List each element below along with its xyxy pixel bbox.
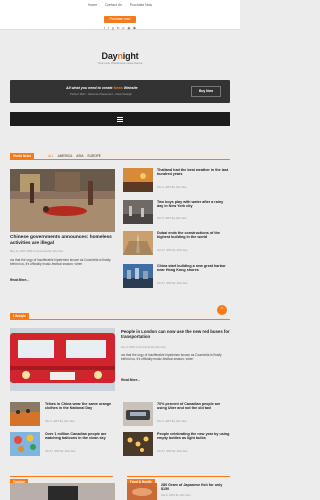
site-header: Daynight Your next Wordpress news theme: [0, 30, 240, 65]
lifestyle-featured-meta: Nov 6, 2015 0 Comments By John Doe: [121, 346, 166, 349]
side-meta-4: Oct 27, 2015 By John Doe: [157, 282, 188, 285]
logo-part1: Day: [101, 51, 118, 61]
side-title-3[interactable]: Dubai ends the constructions of the high…: [157, 231, 230, 240]
nav-purchase[interactable]: Purchase Now: [130, 3, 152, 7]
thumb-thailand[interactable]: [123, 168, 153, 192]
featured-meta: May 12, 2015 1280 0 Comments By John Doe: [10, 250, 64, 253]
tab-america[interactable]: AMERICA: [58, 154, 73, 158]
top-nav: Home Contact Us Purchase Now: [0, 0, 240, 7]
featured-title[interactable]: Chinese governments announces: homeless …: [10, 235, 115, 247]
featured-excerpt: ow that the orgy of insufferable hipster…: [10, 258, 111, 267]
tab-europe[interactable]: EUROPE: [87, 154, 100, 158]
thumb-japanese-fish[interactable]: [127, 483, 157, 500]
logo[interactable]: Daynight: [0, 51, 240, 61]
ad-banner[interactable]: All what you need to create News Website…: [10, 80, 230, 103]
side-meta-2: Nov 6, 2015 By John Doe: [157, 217, 187, 220]
nav-contact[interactable]: Contact Us: [105, 3, 122, 7]
tab-asia[interactable]: ASIA: [76, 154, 83, 158]
grid-meta-2: Nov 6, 2015 By John Doe: [157, 420, 187, 423]
lifestyle-featured-title[interactable]: People in London can now use the new red…: [121, 329, 230, 339]
pinterest-icon[interactable]: p: [122, 26, 124, 30]
grid-meta-1: Nov 6, 2015 By John Doe: [45, 420, 75, 423]
logo-part3: ight: [122, 51, 139, 61]
grid-meta-4: Oct 27, 2015 By John Doe: [157, 450, 188, 453]
lifestyle-read-more[interactable]: Read More...: [121, 378, 140, 382]
youtube-icon[interactable]: ▶: [133, 26, 136, 30]
thumb-uber[interactable]: [123, 402, 153, 426]
world-news-label[interactable]: World News: [10, 153, 35, 160]
banner-title: All what you need to create News Website: [66, 86, 138, 90]
side-title-2[interactable]: Two boys play with water after a rainy d…: [157, 200, 230, 209]
world-news-header: World News ALL AMERICA ASIA EUROPE: [10, 153, 230, 160]
thumb-china-tribes[interactable]: [10, 402, 40, 426]
food-meta: Nov 6, 2015 By John Doe: [161, 494, 191, 497]
thumb-balloons[interactable]: [10, 432, 40, 456]
lifestyle-header: Lifestyle: [10, 313, 230, 320]
buy-now-button[interactable]: Buy Now: [191, 86, 221, 97]
food-title[interactable]: 280 Gram of Japanese fish for only $150: [161, 483, 231, 492]
featured-read-more[interactable]: Read More...: [10, 278, 29, 282]
banner-subtitle: Perfect SEO - Adsense Placement - Clean …: [70, 91, 133, 96]
thumb-dubai-tower[interactable]: [123, 231, 153, 255]
fashion-image[interactable]: [10, 483, 115, 500]
side-title-1[interactable]: Thailand had the best weather in the las…: [157, 168, 230, 177]
side-title-4[interactable]: China start building a new great harbor …: [157, 264, 230, 273]
grid-title-3[interactable]: Over 1 million Canadian people are watch…: [45, 432, 117, 441]
twitter-icon[interactable]: t: [104, 26, 105, 30]
nav-home[interactable]: Home: [88, 3, 97, 7]
lifestyle-label[interactable]: Lifestyle: [10, 313, 29, 320]
purchase-button[interactable]: Purchase now!: [104, 15, 136, 23]
banner-title-post: Website: [122, 85, 138, 90]
banner-title-highlight: News: [113, 85, 123, 90]
grid-title-4[interactable]: People celebrating the new year by using…: [157, 432, 230, 441]
grid-title-1[interactable]: Tribes in China wear the same orange clo…: [45, 402, 117, 411]
thumb-hong-kong-harbor[interactable]: [123, 264, 153, 288]
google-plus-icon[interactable]: g: [112, 26, 114, 30]
featured-image-red-bus[interactable]: [10, 328, 115, 391]
side-meta-3: Oct 27, 2015 By John Doe: [157, 249, 188, 252]
linkedin-icon[interactable]: in: [117, 26, 120, 30]
tab-all[interactable]: ALL: [48, 154, 54, 158]
thumb-new-york-rain[interactable]: [123, 200, 153, 224]
food-header: Food & Health: [127, 470, 230, 486]
top-bar: Home Contact Us Purchase Now Purchase no…: [0, 0, 240, 30]
hamburger-menu-icon[interactable]: [117, 116, 123, 122]
world-news-tabs: ALL AMERICA ASIA EUROPE: [48, 154, 101, 158]
rss-icon[interactable]: ◉: [127, 26, 130, 30]
fashion-header: Fashion: [10, 470, 113, 486]
featured-image-tibet[interactable]: [10, 169, 115, 232]
grid-title-2[interactable]: 70% percent of Canadian people are using…: [157, 402, 230, 411]
banner-title-pre: All what you need to create: [66, 85, 114, 90]
main-menu-bar: [10, 112, 230, 126]
side-meta-1: Nov 6, 2015 By John Doe: [157, 186, 187, 189]
grid-meta-3: Oct 27, 2015 By John Doe: [45, 450, 76, 453]
tagline: Your next Wordpress news theme: [97, 61, 143, 65]
lifestyle-featured-excerpt: ow that the orgy of insufferable hipster…: [121, 353, 222, 362]
facebook-icon[interactable]: f: [108, 26, 109, 30]
thumb-bottle-lights[interactable]: [123, 432, 153, 456]
